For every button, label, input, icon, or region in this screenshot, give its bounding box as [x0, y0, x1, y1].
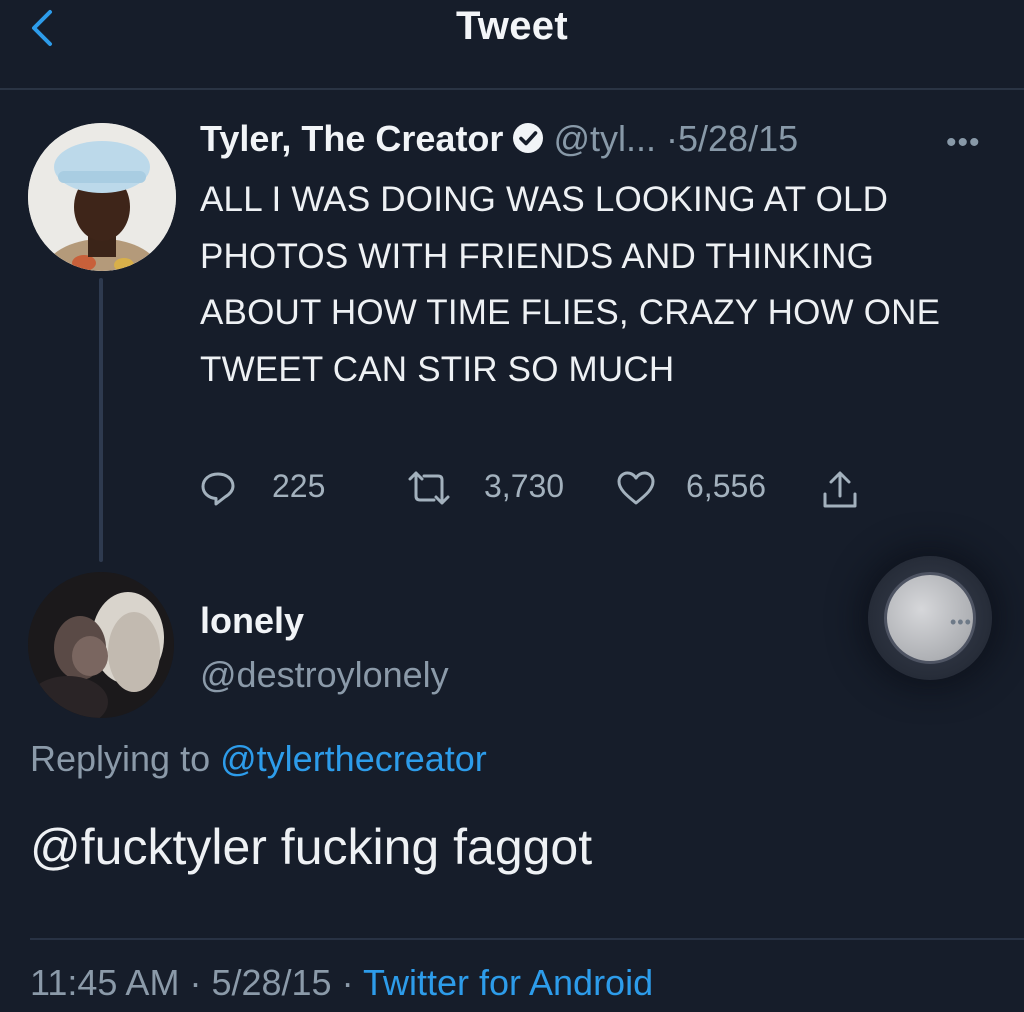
- heart-icon: [617, 471, 655, 505]
- replying-to-label: Replying to: [30, 738, 211, 779]
- reply-meta: 11:45 AM · 5/28/15 · Twitter for Android: [30, 962, 653, 1004]
- tyler-avatar[interactable]: [28, 123, 176, 271]
- author-handle[interactable]: @tyl...: [553, 118, 656, 159]
- separator-dot: ·: [341, 962, 354, 1003]
- retweet-icon: [408, 471, 450, 505]
- reply-author-name[interactable]: lonely: [200, 600, 304, 642]
- thread-line: [99, 278, 103, 562]
- reply-date: 5/28/15: [211, 962, 332, 1003]
- replying-to: Replying to @tylerthecreator: [30, 738, 487, 780]
- share-icon: [823, 471, 857, 508]
- retweet-button[interactable]: 3,730: [406, 466, 576, 510]
- verified-badge-icon: [513, 123, 544, 153]
- reply-time: 11:45 AM: [30, 962, 180, 1003]
- page-title: Tweet: [456, 4, 568, 48]
- tweet-date: 5/28/15: [678, 118, 799, 159]
- tweet-text: ALL I WAS DOING WAS LOOKING AT OLD PHOTO…: [200, 180, 941, 389]
- reply-button[interactable]: 225: [200, 466, 340, 510]
- reply-text: @fucktyler fucking faggot: [30, 819, 593, 875]
- like-count: 6,556: [686, 468, 767, 504]
- reply-source-link[interactable]: Twitter for Android: [363, 962, 653, 1003]
- like-button[interactable]: 6,556: [616, 466, 796, 510]
- avatar-photo: [28, 123, 176, 271]
- lonely-avatar[interactable]: [28, 572, 174, 718]
- separator-dot: ·: [666, 118, 679, 159]
- reply-author-handle[interactable]: @destroylonely: [200, 654, 449, 696]
- replying-to-handle[interactable]: @tylerthecreator: [220, 738, 487, 779]
- more-options-icon[interactable]: •••: [946, 126, 981, 160]
- tweet-header: Tyler, The Creator @tyl... ·5/28/15: [200, 118, 798, 166]
- reply-count: 225: [272, 468, 326, 504]
- share-button[interactable]: [820, 466, 864, 510]
- header: Tweet: [0, 0, 1024, 90]
- reply-more-options-icon[interactable]: •••: [950, 612, 972, 633]
- author-name[interactable]: Tyler, The Creator: [200, 118, 503, 159]
- reply-icon: [201, 472, 235, 506]
- assistive-touch-button[interactable]: [868, 556, 992, 680]
- divider: [30, 938, 1024, 940]
- retweet-count: 3,730: [484, 468, 565, 504]
- separator-dot: ·: [189, 962, 202, 1003]
- avatar-photo: [28, 572, 174, 718]
